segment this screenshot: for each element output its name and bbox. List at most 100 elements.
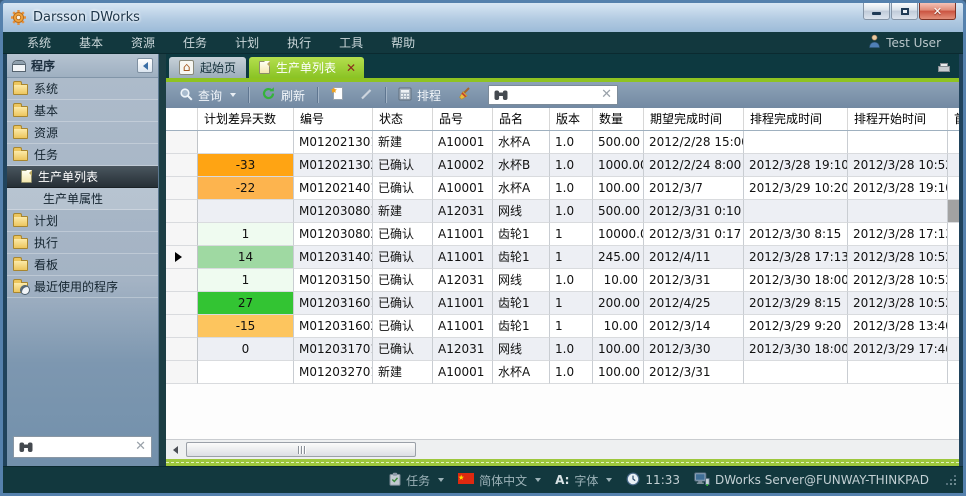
cell[interactable]: 2012/3/31 0:10 (644, 200, 744, 223)
horizontal-scrollbar[interactable] (166, 439, 959, 459)
refresh-button[interactable]: 刷新 (256, 84, 310, 106)
cell[interactable]: M012030802 (294, 223, 373, 246)
cell[interactable]: 10.00 (593, 269, 644, 292)
cell[interactable]: 水杯A (493, 361, 550, 384)
menu-item[interactable]: 计划 (221, 34, 273, 51)
cell[interactable] (848, 361, 948, 384)
tab-close-icon[interactable]: ✕ (346, 61, 356, 75)
table-row[interactable]: M012030801新建A12031网线1.0500.002012/3/31 0… (166, 200, 959, 223)
cell[interactable]: 2012/3/29 10:20 (744, 177, 848, 200)
table-row[interactable]: 1M012031501已确认A12031网线1.010.002012/3/312… (166, 269, 959, 292)
table-row[interactable]: -22M012021401已确认A10001水杯A1.0100.002012/3… (166, 177, 959, 200)
cell[interactable]: 2012/3/28 10:52 (848, 154, 948, 177)
cell[interactable]: A10001 (433, 131, 493, 154)
cell[interactable]: A10002 (433, 154, 493, 177)
resize-grip[interactable] (945, 474, 957, 486)
cell[interactable]: 2012/3/28 17:13 (744, 246, 848, 269)
cell[interactable]: 2012/3/30 (644, 338, 744, 361)
column-header[interactable]: 品号 (433, 108, 493, 130)
titlebar[interactable]: Darsson DWorks ✕ (3, 3, 963, 32)
row-selector[interactable] (166, 269, 198, 292)
sidebar-item[interactable]: 系统 (7, 78, 158, 100)
sidebar-item[interactable]: 任务 (7, 144, 158, 166)
cell[interactable]: M012030801 (294, 200, 373, 223)
cell[interactable]: 100.00 (593, 338, 644, 361)
float-window-icon[interactable] (937, 58, 951, 77)
cell-plan-diff-days[interactable]: 0 (198, 338, 294, 361)
cell[interactable]: 500.00 (593, 131, 644, 154)
cell[interactable] (848, 200, 948, 223)
sidebar-item[interactable]: 基本 (7, 100, 158, 122)
schedule-button[interactable]: 排程 (393, 85, 446, 106)
column-header[interactable]: 版本 (550, 108, 593, 130)
table-row[interactable]: 0M012031701已确认A12031网线1.0100.002012/3/30… (166, 338, 959, 361)
row-selector[interactable] (166, 177, 198, 200)
table-row[interactable]: 27M012031601已确认A11001齿轮11200.002012/4/25… (166, 292, 959, 315)
clean-button[interactable] (450, 84, 476, 106)
cell[interactable]: 100.00 (593, 361, 644, 384)
cell[interactable]: 1 (550, 292, 593, 315)
cell[interactable]: 已确认 (373, 315, 433, 338)
cell[interactable]: A11001 (433, 315, 493, 338)
column-header[interactable]: 排程开始时间 (848, 108, 948, 130)
cell-plan-diff-days[interactable]: -33 (198, 154, 294, 177)
cell[interactable]: A11001 (433, 246, 493, 269)
minimize-button[interactable] (863, 3, 890, 20)
sidebar-collapse-button[interactable] (137, 58, 153, 73)
cell-plan-diff-days[interactable]: 1 (198, 223, 294, 246)
table-row[interactable]: -33M012021302已确认A10002水杯B1.01000.002012/… (166, 154, 959, 177)
cell[interactable]: 2012/3/29 8:15 (744, 292, 848, 315)
cell[interactable]: 2012/3/31 (644, 361, 744, 384)
cell-overflow[interactable] (948, 131, 959, 154)
cell[interactable]: A12031 (433, 338, 493, 361)
menu-item[interactable]: 工具 (325, 34, 377, 51)
query-button[interactable]: 查询 (174, 85, 241, 106)
row-selector[interactable] (166, 315, 198, 338)
cell-plan-diff-days[interactable] (198, 131, 294, 154)
cell-plan-diff-days[interactable]: -22 (198, 177, 294, 200)
cell[interactable]: 2012/3/28 13:40 (848, 315, 948, 338)
cell[interactable]: 1.0 (550, 154, 593, 177)
cell[interactable]: 已确认 (373, 154, 433, 177)
column-header[interactable]: 状态 (373, 108, 433, 130)
cell-overflow[interactable] (948, 177, 959, 200)
cell[interactable]: 2012/2/24 8:00 (644, 154, 744, 177)
sidebar-item[interactable]: 最近使用的程序 (7, 276, 158, 298)
cell[interactable]: 已确认 (373, 338, 433, 361)
cell[interactable]: 245.00 (593, 246, 644, 269)
cell[interactable]: 2012/3/28 10:52 (848, 269, 948, 292)
row-selector[interactable] (166, 292, 198, 315)
table-row[interactable]: 14M012031402已确认A11001齿轮11245.002012/4/11… (166, 246, 959, 269)
cell[interactable]: A10001 (433, 361, 493, 384)
cell[interactable] (848, 131, 948, 154)
cell[interactable]: 2012/3/28 10:52 (848, 292, 948, 315)
cell-overflow[interactable] (948, 154, 959, 177)
cell[interactable]: 1.0 (550, 269, 593, 292)
column-header[interactable] (166, 108, 198, 130)
cell-plan-diff-days[interactable] (198, 361, 294, 384)
sidebar-item[interactable]: 生产单列表 (7, 166, 158, 188)
cell[interactable]: 网线 (493, 200, 550, 223)
scroll-left-icon[interactable] (166, 441, 184, 459)
table-row[interactable]: M012032701新建A10001水杯A1.0100.002012/3/31 (166, 361, 959, 384)
cell-plan-diff-days[interactable]: -15 (198, 315, 294, 338)
restore-button[interactable] (891, 3, 918, 20)
cell-overflow[interactable] (948, 269, 959, 292)
sidebar-search[interactable]: ✕ (13, 436, 152, 458)
cell[interactable]: M012021301 (294, 131, 373, 154)
cell[interactable]: 2012/3/31 0:17 (644, 223, 744, 246)
menu-item[interactable]: 帮助 (377, 34, 429, 51)
cell[interactable]: 已确认 (373, 292, 433, 315)
column-header[interactable]: 排程完成时间 (744, 108, 848, 130)
cell[interactable]: 2012/3/28 19:10 (848, 177, 948, 200)
table-row[interactable]: M012021301新建A10001水杯A1.0500.002012/2/28 … (166, 131, 959, 154)
table-row[interactable]: 1M012030802已确认A11001齿轮1110000.002012/3/3… (166, 223, 959, 246)
cell[interactable]: M012032701 (294, 361, 373, 384)
cell-plan-diff-days[interactable]: 1 (198, 269, 294, 292)
query-dropdown-icon[interactable] (230, 93, 236, 97)
cell[interactable]: 2012/3/30 18:00 (744, 338, 848, 361)
cell[interactable]: 10.00 (593, 315, 644, 338)
sidebar-search-input[interactable] (38, 440, 130, 454)
toolbar-search-input[interactable] (512, 88, 597, 102)
edit-button[interactable] (354, 85, 378, 106)
